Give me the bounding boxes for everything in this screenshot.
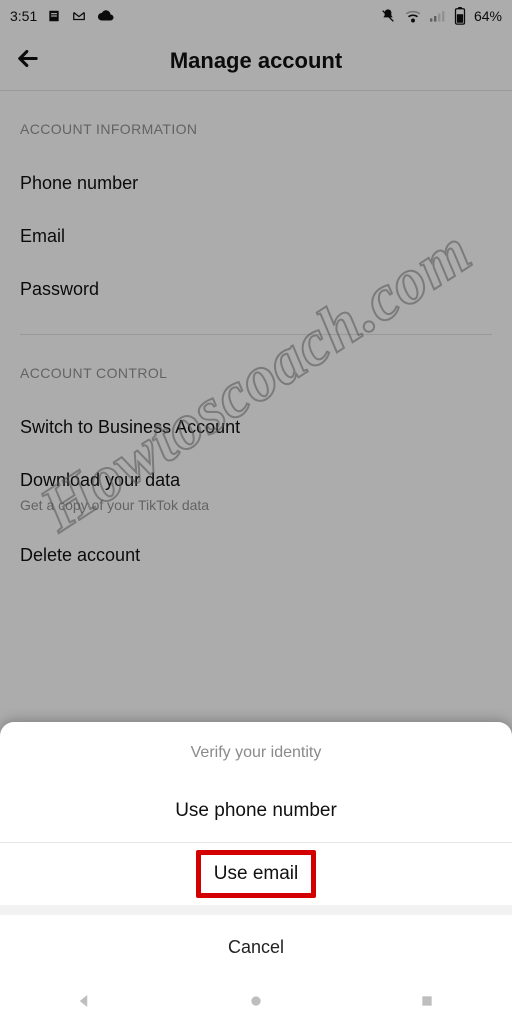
row-download-data-label: Download your data	[20, 470, 180, 490]
status-time: 3:51	[10, 8, 37, 24]
option-use-email-label: Use email	[214, 863, 298, 884]
nav-recent-icon[interactable]	[407, 981, 447, 1021]
nav-back-icon[interactable]	[65, 981, 105, 1021]
verify-identity-sheet: Verify your identity Use phone number Us…	[0, 722, 512, 1024]
battery-icon	[454, 7, 466, 25]
option-use-email[interactable]: Use email	[0, 843, 512, 905]
battery-percent: 64%	[474, 8, 502, 24]
page-header: Manage account	[0, 32, 512, 90]
section-account-control-header: ACCOUNT CONTROL	[20, 335, 492, 401]
system-nav-bar	[0, 978, 512, 1024]
option-use-phone-number[interactable]: Use phone number	[0, 780, 512, 842]
sheet-title: Verify your identity	[0, 722, 512, 780]
row-password[interactable]: Password	[20, 263, 492, 316]
page-title: Manage account	[0, 48, 512, 74]
mail-icon	[71, 9, 87, 23]
document-icon	[47, 9, 61, 23]
row-email[interactable]: Email	[20, 210, 492, 263]
signal-icon	[430, 9, 446, 23]
cloud-icon	[97, 9, 115, 23]
back-button[interactable]	[14, 45, 42, 78]
status-bar: 3:51	[0, 0, 512, 32]
nav-home-icon[interactable]	[236, 981, 276, 1021]
row-download-data[interactable]: Download your data Get a copy of your Ti…	[20, 454, 492, 529]
row-switch-business[interactable]: Switch to Business Account	[20, 401, 492, 454]
vibrate-icon	[380, 8, 396, 24]
row-download-data-sub: Get a copy of your TikTok data	[20, 497, 492, 513]
section-account-information-header: ACCOUNT INFORMATION	[20, 91, 492, 157]
row-delete-account[interactable]: Delete account	[20, 529, 492, 582]
wifi-icon	[404, 9, 422, 23]
row-phone-number[interactable]: Phone number	[20, 157, 492, 210]
sheet-gap	[0, 905, 512, 915]
sheet-cancel[interactable]: Cancel	[0, 915, 512, 978]
